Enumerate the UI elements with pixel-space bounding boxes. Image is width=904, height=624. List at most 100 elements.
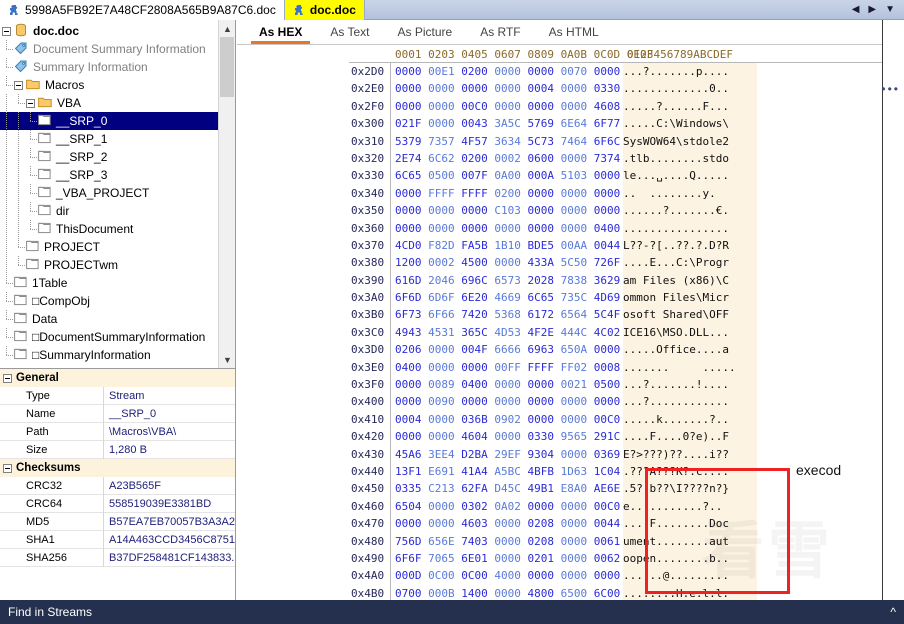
folder-open-icon: [38, 96, 52, 111]
hex-row[interactable]: 0x3C0 4943 4531 365C 4D53 4F2E 444C 4C02 …: [349, 323, 887, 342]
hex-divider: [390, 515, 391, 533]
tree-connector: [14, 94, 26, 112]
tree-item-document-summary-information[interactable]: Document Summary Information: [0, 40, 218, 58]
tree-item-project[interactable]: PROJECT: [0, 238, 218, 256]
hex-row[interactable]: 0x470 0000 0000 4603 0000 0208 0000 0044 …: [349, 515, 887, 533]
hex-row[interactable]: 0x2F0 0000 0000 00C0 0000 0000 0000 4608 …: [349, 97, 887, 116]
tree-item-vba-project[interactable]: _VBA_PROJECT: [0, 184, 218, 202]
hex-row[interactable]: 0x3D0 0206 0000 004F 6666 6963 650A 0000 …: [349, 341, 887, 359]
hex-row[interactable]: 0x360 0000 0000 0000 0000 0000 0000 0400 …: [349, 219, 887, 237]
tab-list-icon[interactable]: ▼: [885, 4, 895, 15]
hex-row[interactable]: 0x310 5379 7357 4F57 3634 5C73 7464 6F6C …: [349, 132, 887, 150]
hex-address: 0x320: [351, 151, 385, 165]
tree-item-1table[interactable]: 1Table: [0, 274, 218, 292]
hex-row[interactable]: 0x300 021F 0000 0043 3A5C 5769 6E64 6F77 …: [349, 115, 887, 133]
hex-row[interactable]: 0x3E0 0400 0000 0000 00FF FFFF FF02 0008 …: [349, 358, 887, 377]
scroll-down-icon[interactable]: ▼: [219, 351, 235, 368]
hex-row[interactable]: 0x3F0 0000 0089 0400 0000 0000 0021 0500 …: [349, 376, 887, 394]
hex-row[interactable]: 0x430 45A6 3EE4 D2BA 29EF 9304 0000 0369 …: [349, 445, 887, 463]
tree-expander-icon[interactable]: [2, 26, 11, 36]
view-tab-as-hex[interactable]: As HEX: [245, 21, 316, 44]
scroll-thumb[interactable]: [220, 37, 234, 97]
hex-row[interactable]: 0x3A0 6F6D 6D6F 6E20 4669 6C65 735C 4D69 …: [349, 289, 887, 307]
tree-item-projectwm[interactable]: PROJECTwm: [0, 256, 218, 274]
tree-expander-icon[interactable]: [14, 80, 23, 90]
tree-item-srp-1[interactable]: __SRP_1: [0, 130, 218, 148]
tree-item-thisdocument[interactable]: ThisDocument: [0, 220, 218, 238]
view-tab-as-text[interactable]: As Text: [316, 21, 383, 44]
tree-item-summary-information[interactable]: Summary Information: [0, 58, 218, 76]
hex-row[interactable]: 0x420 0000 0000 4604 0000 0330 9565 291C …: [349, 428, 887, 446]
group-expander-icon[interactable]: [3, 373, 12, 383]
tree-item-label: Macros: [45, 78, 85, 92]
chevron-up-icon[interactable]: ^: [890, 605, 896, 619]
hex-row[interactable]: 0x370 4CD0 F82D FA5B 1B10 BDE5 00AA 0044 …: [349, 236, 887, 255]
tree-expander-icon[interactable]: [26, 98, 35, 108]
hex-row[interactable]: 0x350 0000 0000 0000 C103 0000 0000 0000 …: [349, 202, 887, 220]
hex-row[interactable]: 0x400 0000 0090 0000 0000 0000 0000 0000 …: [349, 393, 887, 411]
property-row[interactable]: Type Stream: [0, 386, 235, 405]
tree-item-dir[interactable]: dir: [0, 202, 218, 220]
hex-row[interactable]: 0x330 6C65 0500 007F 0A00 000A 5103 0000 …: [349, 167, 887, 185]
view-tab-as-rtf[interactable]: As RTF: [466, 21, 534, 44]
property-row[interactable]: CRC64 558519039E3381BD: [0, 494, 235, 513]
tree-connector: [2, 310, 14, 328]
tab-next-icon[interactable]: ▶: [868, 4, 876, 15]
property-row[interactable]: Path \Macros\VBA\: [0, 422, 235, 441]
overflow-dots-icon[interactable]: •••: [881, 82, 900, 96]
storage-icon: [14, 23, 28, 40]
hex-row[interactable]: 0x480 756D 656E 7403 0000 0208 0000 0061 …: [349, 532, 887, 550]
hex-rows[interactable]: 0x2D0 0000 00E1 0200 0000 0000 0070 0000 …: [349, 63, 887, 600]
tree-item-data[interactable]: Data: [0, 310, 218, 328]
hex-bytes: 0000 0000 4603 0000 0208 0000 0044 6F63: [395, 517, 653, 531]
hex-row[interactable]: 0x390 616D 2046 696C 6573 2028 7838 3629 …: [349, 271, 887, 290]
tree-vertical-scrollbar[interactable]: ▲ ▼: [218, 20, 235, 368]
property-group-general[interactable]: General: [0, 369, 235, 387]
find-in-streams-label[interactable]: Find in Streams: [8, 605, 92, 619]
hex-view[interactable]: 0001 0203 0405 0607 0809 0A0B 0C0D 0E0F …: [349, 46, 904, 600]
document-tab-inactive[interactable]: 5998A5FB92E7A48CF2808A565B9A87C6.doc: [0, 0, 285, 20]
hex-row[interactable]: 0x380 1200 0002 4500 0000 433A 5C50 726F …: [349, 254, 887, 272]
document-tab-active[interactable]: doc.doc: [284, 0, 365, 20]
hex-row[interactable]: 0x490 6F6F 7065 6E01 0000 0201 0000 0062 …: [349, 549, 887, 568]
property-row[interactable]: CRC32 A23B565F: [0, 476, 235, 495]
tab-prev-icon[interactable]: ◀: [852, 4, 860, 15]
hex-address: 0x3B0: [351, 308, 385, 322]
tree-item-label: __SRP_2: [56, 150, 108, 164]
hex-row[interactable]: 0x410 0004 0000 036B 0902 0000 0000 00C0 …: [349, 410, 887, 429]
puzzle-icon: [8, 4, 20, 16]
view-mode-tabs[interactable]: As HEX As Text As Picture As RTF As HTML: [237, 20, 904, 45]
tree-item-documentsummaryinformation[interactable]: □DocumentSummaryInformation: [0, 328, 218, 346]
tree-item-label: □CompObj: [32, 294, 90, 308]
hex-row[interactable]: 0x2D0 0000 00E1 0200 0000 0000 0070 0000 …: [349, 63, 887, 81]
tree-item-srp-0[interactable]: __SRP_0: [0, 112, 218, 130]
scroll-up-icon[interactable]: ▲: [219, 20, 235, 37]
tree-item-srp-2[interactable]: __SRP_2: [0, 148, 218, 166]
property-group-checksums[interactable]: Checksums: [0, 459, 235, 477]
view-tab-as-picture[interactable]: As Picture: [384, 21, 467, 44]
tree-item-compobj[interactable]: □CompObj: [0, 292, 218, 310]
hex-row[interactable]: 0x320 2E74 6C62 0200 0002 0600 0000 7374 …: [349, 149, 887, 168]
view-tab-as-html[interactable]: As HTML: [535, 21, 613, 44]
tree-item-vba[interactable]: VBA: [0, 94, 218, 112]
property-row[interactable]: SHA1 A14A463CCD3456C8751...: [0, 530, 235, 549]
hex-row[interactable]: 0x4B0 0700 000B 1400 0000 4800 6500 6C00 …: [349, 584, 887, 600]
property-row[interactable]: Size 1,280 B: [0, 440, 235, 459]
stream-tree[interactable]: doc.doc Document Summary Information Summa…: [0, 22, 218, 364]
hex-row[interactable]: 0x340 0000 FFFF FFFF 0200 0000 0000 0000 …: [349, 184, 887, 203]
group-expander-icon[interactable]: [3, 463, 12, 473]
hex-row[interactable]: 0x460 6504 0000 0302 0A02 0000 0000 00C0 …: [349, 497, 887, 516]
hex-row[interactable]: 0x450 0335 C213 62FA D45C 49B1 E8A0 AE6E …: [349, 480, 887, 498]
tree-item-srp-3[interactable]: __SRP_3: [0, 166, 218, 184]
hex-row[interactable]: 0x2E0 0000 0000 0000 0000 0004 0000 0330 …: [349, 80, 887, 98]
hex-divider: [390, 584, 391, 600]
tree-item-macros[interactable]: Macros: [0, 76, 218, 94]
tree-item-summaryinformation[interactable]: □SummaryInformation: [0, 346, 218, 364]
hex-row[interactable]: 0x3B0 6F73 6F66 7420 5368 6172 6564 5C4F …: [349, 306, 887, 324]
tree-item-doc-doc[interactable]: doc.doc: [0, 22, 218, 40]
property-row[interactable]: Name __SRP_0: [0, 404, 235, 423]
property-row[interactable]: MD5 B57EA7EB70057B3A3A2...: [0, 512, 235, 531]
hex-address: 0x350: [351, 204, 385, 218]
property-row[interactable]: SHA256 B37DF258481CF143833...: [0, 548, 235, 567]
hex-row[interactable]: 0x4A0 000D 0C00 0C00 4000 0000 0000 0000 …: [349, 567, 887, 585]
